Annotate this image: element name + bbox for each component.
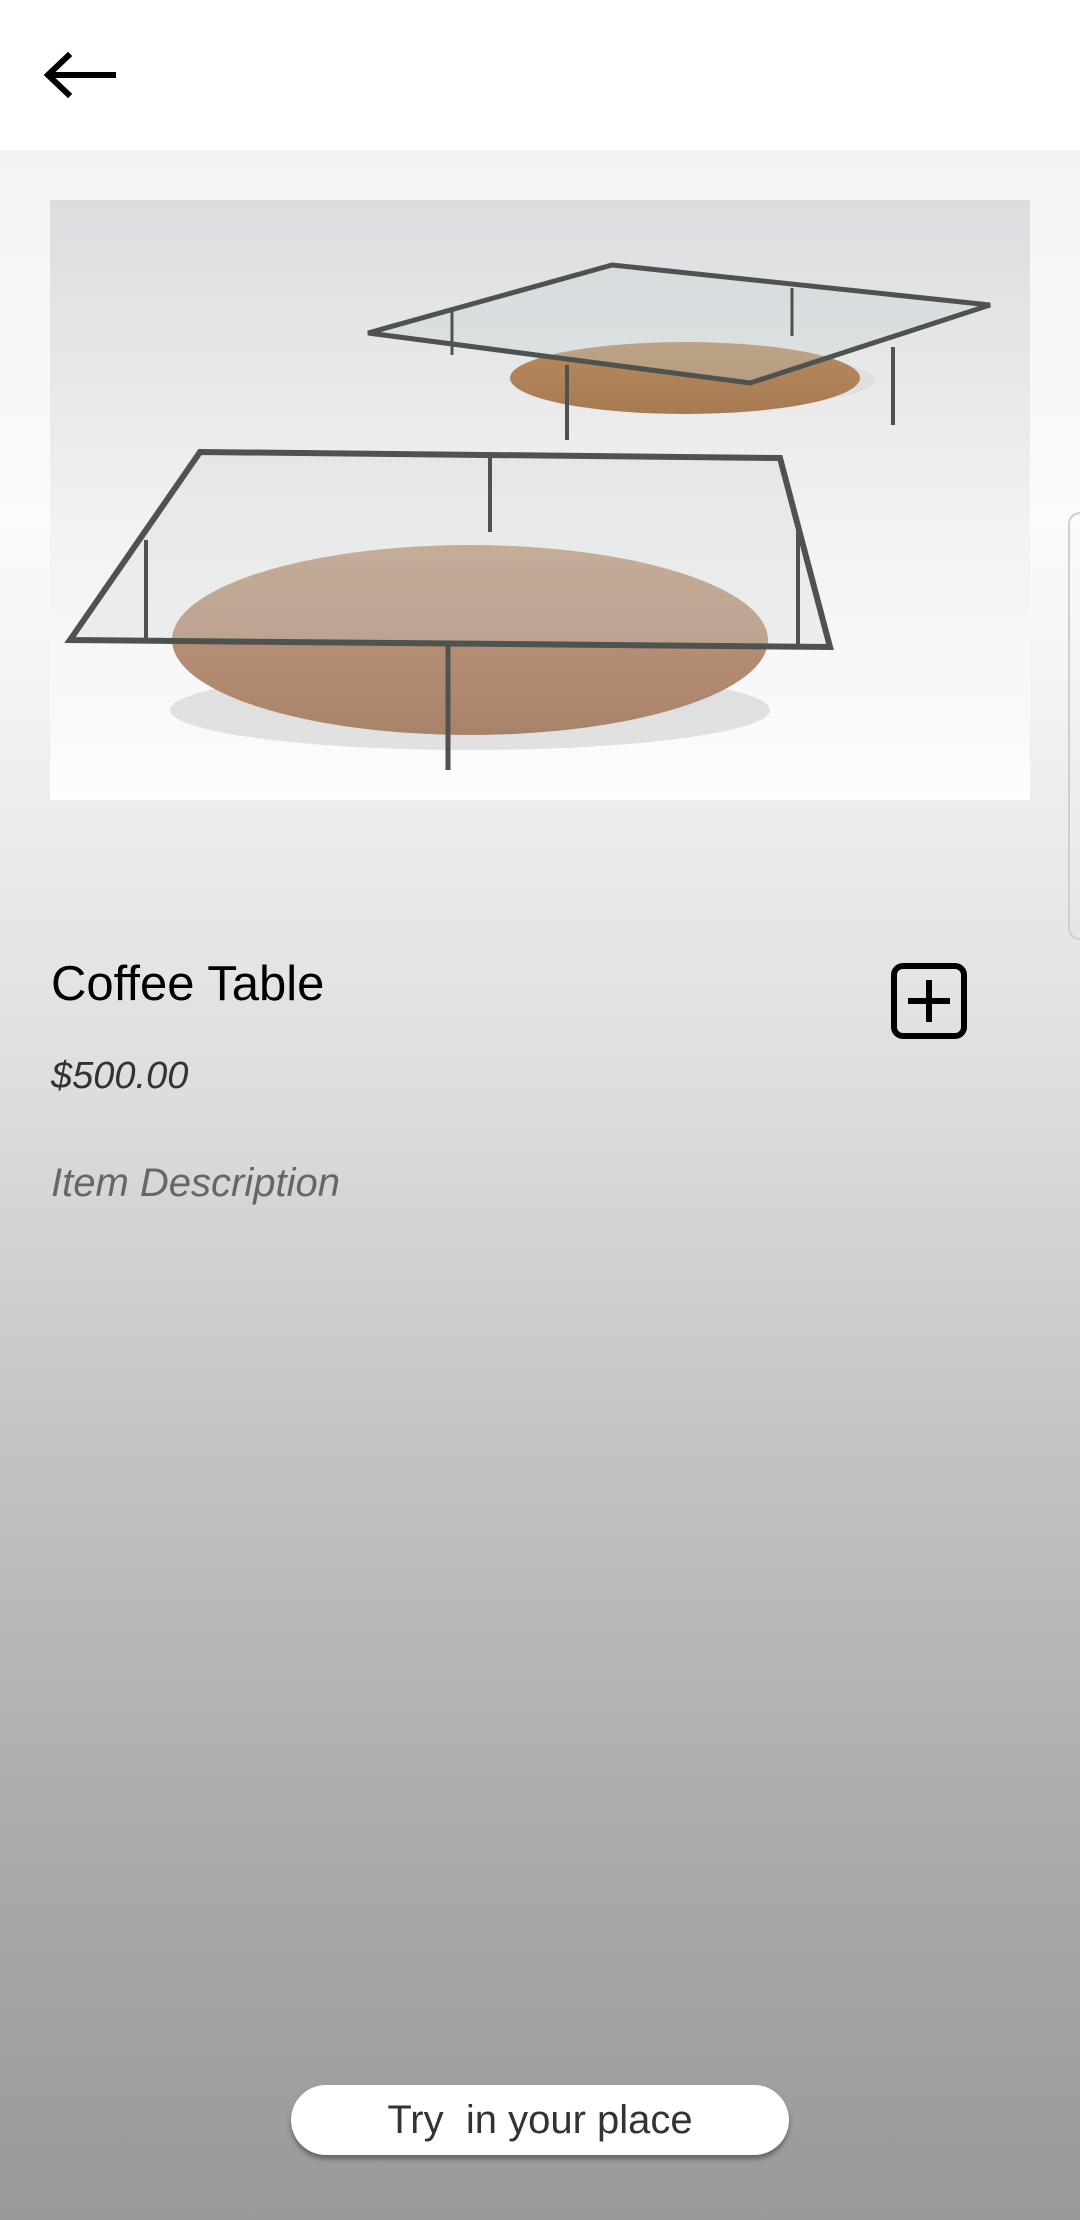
app-bar (0, 0, 1080, 150)
product-title: Coffee Table (51, 957, 325, 1011)
product-description: Item Description (51, 1161, 340, 1205)
product-detail-screen: Coffee Table $500.00 Item Description Tr… (0, 0, 1080, 2220)
coffee-table-image (50, 200, 1030, 800)
try-in-your-place-button[interactable]: Try in your place (291, 2085, 789, 2155)
product-price: $500.00 (51, 1055, 189, 1097)
add-to-list-button[interactable] (890, 962, 968, 1040)
back-button[interactable] (30, 35, 130, 115)
side-panel-handle[interactable] (1068, 512, 1080, 940)
arrow-left-icon (43, 51, 116, 99)
plus-square-icon (891, 963, 967, 1039)
